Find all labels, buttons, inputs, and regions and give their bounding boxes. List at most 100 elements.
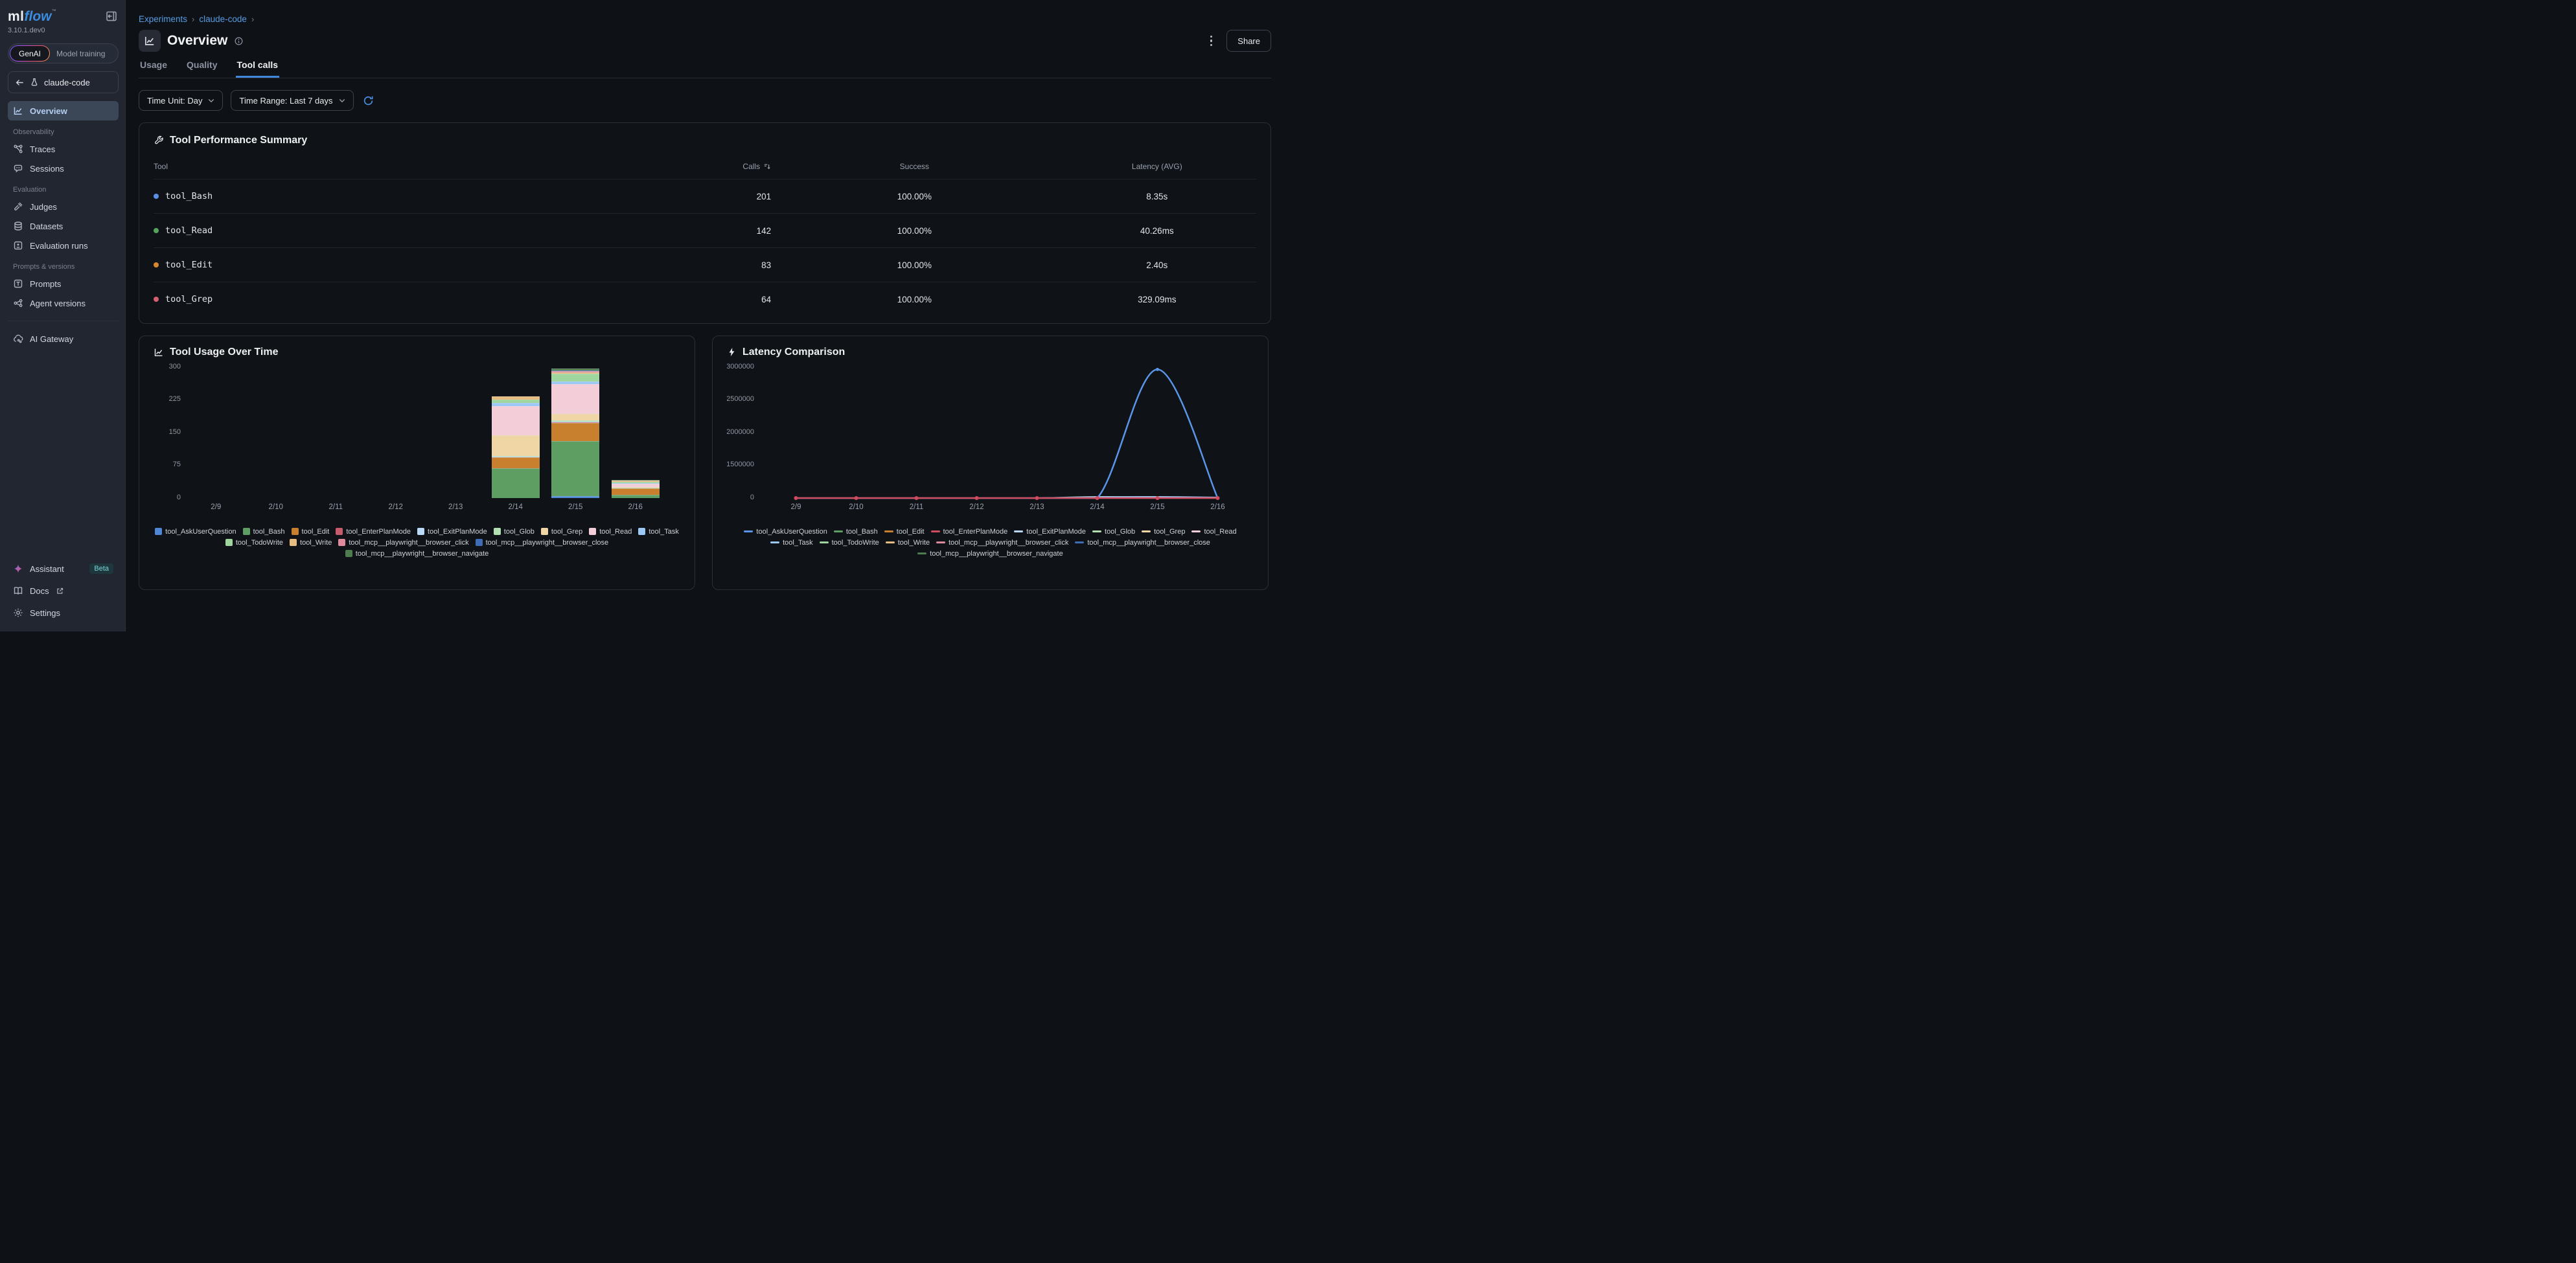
sidebar-item-assistant[interactable]: Assistant Beta [8, 559, 119, 578]
legend-tool_Bash[interactable]: tool_Bash [834, 528, 878, 536]
legend-tool_Write[interactable]: tool_Write [886, 539, 930, 547]
overflow-menu-button[interactable] [1206, 32, 1217, 51]
experiment-switcher[interactable]: claude-code [8, 71, 119, 93]
legend-tool_Write[interactable]: tool_Write [290, 539, 332, 547]
sidebar-nav: Overview Observability Traces Sessions E… [8, 101, 119, 313]
legend-swatch-square [494, 528, 501, 535]
latency-line-tool_AskUserQuestion [796, 369, 1218, 498]
logo-ml: ml [8, 9, 25, 24]
sidebar-item-overview[interactable]: Overview [8, 101, 119, 120]
col-header-tool[interactable]: Tool [154, 155, 661, 179]
breadcrumb-experiment-link[interactable]: claude-code [199, 14, 247, 24]
traces-icon [13, 144, 23, 154]
legend-tool_Edit[interactable]: tool_Edit [884, 528, 925, 536]
latency-point[interactable] [794, 496, 798, 500]
legend-label: tool_Grep [551, 528, 582, 536]
legend-tool_EnterPlanMode[interactable]: tool_EnterPlanMode [931, 528, 1008, 536]
legend-tool_ExitPlanMode[interactable]: tool_ExitPlanMode [417, 528, 487, 536]
latency-point[interactable] [1156, 496, 1160, 500]
tab-tool-calls[interactable]: Tool calls [236, 60, 280, 78]
legend-tool_mcp__playwright__browser_click[interactable]: tool_mcp__playwright__browser_click [936, 539, 1068, 547]
latency-point[interactable] [1096, 496, 1099, 500]
usage-plot[interactable]: 0751502253002/92/102/112/122/132/142/152… [154, 361, 680, 523]
share-button[interactable]: Share [1226, 30, 1271, 52]
sidebar-section-observability: Observability [13, 128, 119, 136]
legend-swatch-square [290, 539, 297, 546]
usage-x-tick: 2/14 [496, 503, 535, 511]
col-header-success[interactable]: Success [771, 155, 1058, 179]
legend-label: tool_Glob [504, 528, 535, 536]
legend-tool_mcp__playwright__browser_click[interactable]: tool_mcp__playwright__browser_click [338, 539, 468, 547]
calls-value: 142 [661, 214, 771, 248]
col-header-calls[interactable]: Calls [661, 155, 771, 179]
info-icon[interactable] [234, 36, 244, 46]
usage-bar-segment [492, 468, 540, 498]
latency-point[interactable] [975, 496, 979, 500]
sidebar-item-docs[interactable]: Docs [8, 581, 119, 600]
sidebar-item-label: Judges [30, 202, 57, 212]
page: mlflow™ 3.10.1.dev0 GenAI Model training… [0, 0, 1288, 632]
legend-tool_Grep[interactable]: tool_Grep [541, 528, 582, 536]
legend-tool_AskUserQuestion[interactable]: tool_AskUserQuestion [744, 528, 827, 536]
sidebar-item-evaluation-runs[interactable]: Evaluation runs [8, 236, 119, 255]
sidebar-item-settings[interactable]: Settings [8, 603, 119, 622]
book-icon [13, 586, 23, 596]
legend-tool_mcp__playwright__browser_navigate[interactable]: tool_mcp__playwright__browser_navigate [917, 550, 1063, 558]
legend-tool_Read[interactable]: tool_Read [589, 528, 632, 536]
legend-tool_TodoWrite[interactable]: tool_TodoWrite [820, 539, 879, 547]
legend-tool_mcp__playwright__browser_close[interactable]: tool_mcp__playwright__browser_close [1075, 539, 1210, 547]
sidebar-item-datasets[interactable]: Datasets [8, 216, 119, 236]
usage-bar[interactable] [492, 396, 540, 498]
mlflow-logo[interactable]: mlflow™ [8, 9, 56, 25]
sidebar-item-sessions[interactable]: Sessions [8, 159, 119, 178]
sidebar-item-agent-versions[interactable]: Agent versions [8, 293, 119, 313]
legend-swatch-square [292, 528, 299, 535]
time-unit-dropdown[interactable]: Time Unit: Day [139, 90, 223, 111]
usage-y-tick: 225 [154, 395, 181, 403]
latency-peak-point[interactable] [1156, 367, 1159, 370]
legend-swatch-line [917, 552, 926, 555]
breadcrumb-experiments-link[interactable]: Experiments [139, 14, 187, 24]
sidebar-item-judges[interactable]: Judges [8, 197, 119, 216]
collapse-sidebar-icon[interactable] [104, 9, 119, 25]
logo-flow: flow [25, 9, 52, 24]
refresh-button[interactable] [362, 94, 375, 108]
legend-tool_Glob[interactable]: tool_Glob [494, 528, 535, 536]
latency-point[interactable] [1216, 496, 1220, 500]
legend-tool_Task[interactable]: tool_Task [770, 539, 812, 547]
usage-bar[interactable] [612, 480, 660, 497]
sidebar-item-ai-gateway[interactable]: AI Gateway [8, 329, 119, 348]
legend-tool_mcp__playwright__browser_close[interactable]: tool_mcp__playwright__browser_close [476, 539, 609, 547]
tab-usage[interactable]: Usage [139, 60, 168, 78]
latency-plot[interactable]: 300000025000002000000150000002/92/102/11… [727, 361, 1254, 523]
legend-tool_Grep[interactable]: tool_Grep [1142, 528, 1185, 536]
legend-tool_ExitPlanMode[interactable]: tool_ExitPlanMode [1014, 528, 1086, 536]
latency-point[interactable] [1035, 496, 1039, 500]
sidebar-item-traces[interactable]: Traces [8, 139, 119, 159]
legend-tool_Glob[interactable]: tool_Glob [1092, 528, 1135, 536]
tab-quality[interactable]: Quality [185, 60, 218, 78]
table-row[interactable]: tool_Bash 201 100.00% 8.35s [154, 179, 1256, 214]
legend-tool_AskUserQuestion[interactable]: tool_AskUserQuestion [155, 528, 236, 536]
latency-point[interactable] [915, 496, 919, 500]
legend-tool_EnterPlanMode[interactable]: tool_EnterPlanMode [336, 528, 411, 536]
table-row[interactable]: tool_Edit 83 100.00% 2.40s [154, 248, 1256, 282]
external-link-icon [56, 587, 64, 595]
usage-bar[interactable] [551, 369, 599, 498]
col-header-latency[interactable]: Latency (AVG) [1058, 155, 1256, 179]
model-training-toggle[interactable]: Model training [50, 49, 111, 58]
sidebar-item-label: Settings [30, 608, 60, 618]
legend-tool_Edit[interactable]: tool_Edit [292, 528, 330, 536]
genai-toggle[interactable]: GenAI [10, 45, 50, 62]
legend-tool_TodoWrite[interactable]: tool_TodoWrite [225, 539, 283, 547]
legend-tool_mcp__playwright__browser_navigate[interactable]: tool_mcp__playwright__browser_navigate [345, 550, 489, 558]
table-row[interactable]: tool_Read 142 100.00% 40.26ms [154, 214, 1256, 248]
latency-point[interactable] [855, 496, 858, 500]
legend-tool_Task[interactable]: tool_Task [638, 528, 678, 536]
legend-tool_Read[interactable]: tool_Read [1191, 528, 1236, 536]
time-range-dropdown[interactable]: Time Range: Last 7 days [231, 90, 353, 111]
table-row[interactable]: tool_Grep 64 100.00% 329.09ms [154, 282, 1256, 317]
usage-bar-segment [612, 495, 660, 497]
sidebar-item-prompts[interactable]: Prompts [8, 274, 119, 293]
legend-tool_Bash[interactable]: tool_Bash [243, 528, 285, 536]
